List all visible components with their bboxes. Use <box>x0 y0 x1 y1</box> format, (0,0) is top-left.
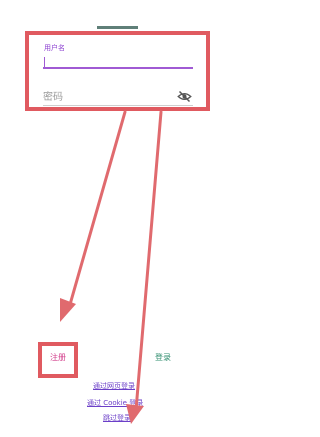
login-button[interactable]: 登录 <box>155 352 185 366</box>
eye-off-icon[interactable] <box>177 90 192 103</box>
arrow-to-register <box>67 110 127 310</box>
arrow-head-register <box>60 298 76 322</box>
username-label: 用户名 <box>44 44 65 52</box>
web-login-link[interactable]: 通过网页登录 <box>93 381 135 391</box>
username-input[interactable] <box>43 54 193 69</box>
top-tab-indicator <box>97 26 138 29</box>
text-cursor <box>44 57 45 67</box>
skip-login-link[interactable]: 跳过登录 <box>103 413 131 423</box>
cookie-login-link[interactable]: 通过 Cookie 登录 <box>87 398 143 408</box>
password-input[interactable] <box>43 89 193 106</box>
register-button[interactable]: 注册 <box>50 352 80 366</box>
login-form-highlight: 用户名 <box>25 31 210 111</box>
